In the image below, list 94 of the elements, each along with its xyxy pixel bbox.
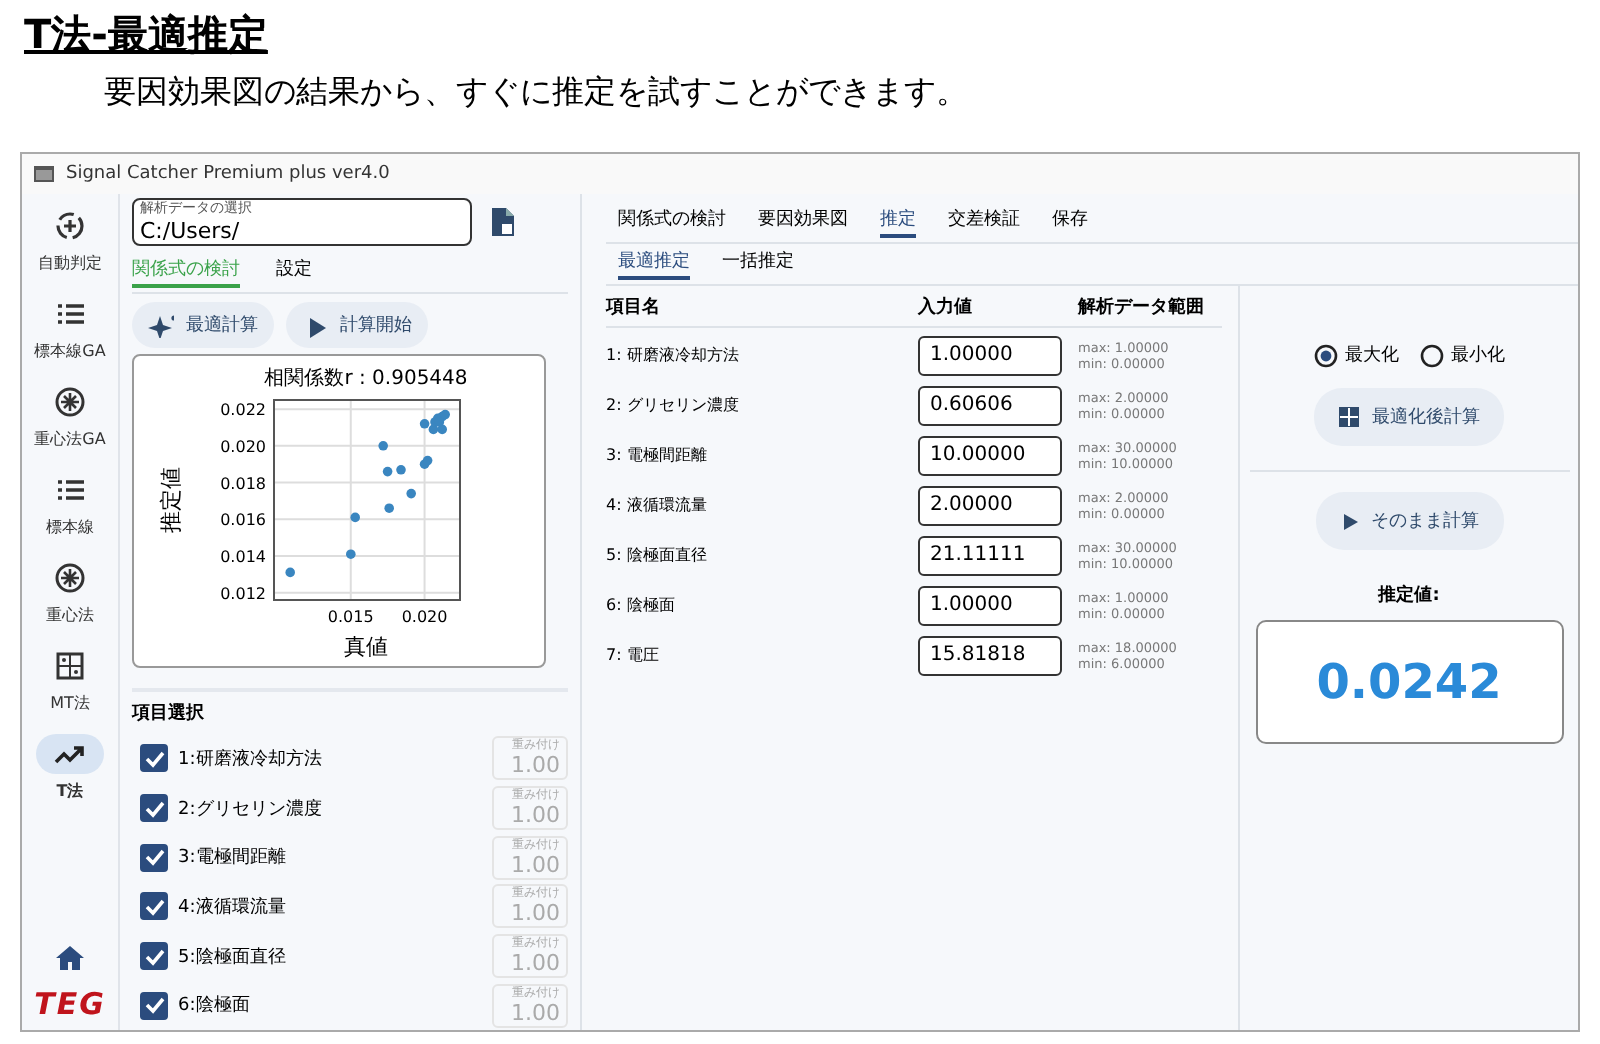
data-point [346,549,356,559]
column-header: 解析データ範囲 [1078,295,1206,319]
data-point [384,503,394,513]
asterisk-circle-icon [54,562,86,594]
table-cell-text: 6: 陰極面 [606,594,677,616]
checkbox[interactable] [140,892,168,921]
item-label: 5:陰極面直径 [178,945,288,970]
checkbox[interactable] [140,991,168,1020]
list-icon [54,298,86,330]
axis-tick-label: 0.020 [220,437,266,456]
tab[interactable]: 設定 [276,256,312,288]
axis-tick-label: 0.012 [220,584,266,603]
table-icon [1338,406,1360,428]
result-value: 0.0242 [1316,654,1502,710]
table-cell-text: 5: 陰極面直径 [606,544,709,566]
section-title: 項目選択 [132,688,568,726]
axis-tick-label: 0.014 [220,547,266,566]
input-field[interactable]: 1.00000 [918,335,1062,375]
data-point [406,488,416,499]
tab[interactable]: 一括推定 [722,248,794,280]
input-field[interactable]: 1.00000 [918,585,1062,625]
input-field[interactable]: 15.81818 [918,635,1062,675]
checkbox[interactable] [140,942,168,971]
table-cell-text: 1: 研磨液冷却方法 [606,344,741,366]
grid-icon [54,650,86,682]
check-icon [143,895,165,918]
table-cell-text: 7: 電圧 [606,644,661,666]
home-icon [54,942,86,974]
sidebar-item[interactable]: MT法 [24,642,116,718]
radio-button[interactable]: 最小化 [1419,342,1505,368]
sparkle-icon [148,312,174,338]
input-field[interactable]: 21.11111 [918,535,1062,575]
file-icon [488,206,516,238]
input-field[interactable]: 2.00000 [918,485,1062,525]
cycle-icon [54,210,86,242]
axis-tick-label: 0.016 [220,511,266,530]
check-icon [143,945,165,968]
data-point [285,567,295,578]
data-point [378,441,388,451]
table-cell-text: 4: 液循環流量 [606,494,709,516]
asterisk-circle-icon [54,386,86,418]
window-title: Signal Catcher Premium plus ver4.0 [66,164,390,184]
axis-tick-label: 0.018 [220,474,266,493]
item-label: 4:液循環流量 [178,895,288,920]
checkbox[interactable] [140,794,168,822]
item-label: 1:研磨液冷却方法 [178,747,324,772]
item-label: 3:電極間距離 [178,845,288,871]
sidebar-item[interactable]: 標本線 [24,466,116,542]
sidebar-item[interactable]: 重心法GA [24,378,116,454]
tab[interactable]: 最適推定 [618,248,690,280]
radio-button[interactable]: 最大化 [1313,342,1399,368]
chart-title: 相関係数r : 0.905448 [264,368,468,390]
column-header: 項目名 [606,295,662,319]
item-label: 2:グリセリン濃度 [178,797,324,821]
logo: TEG [34,986,106,1022]
table-cell-text: 2: グリセリン濃度 [606,394,741,416]
table-cell-text: 3: 電極間距離 [606,444,709,466]
checkbox[interactable] [140,843,168,872]
tab[interactable]: 保存 [1052,206,1088,238]
check-icon [143,797,165,819]
item-label: 6:陰極面 [178,993,252,1019]
slide-title: T法-最適推定 [24,8,268,60]
sidebar-item[interactable]: 重心法 [24,554,116,630]
action-button[interactable]: 計算開始 [286,302,428,348]
calculate-button[interactable]: そのまま計算 [1315,492,1503,550]
data-point [382,466,393,477]
column-header: 入力値 [918,294,974,319]
check-icon [143,846,165,869]
axis-tick-label: 0.020 [401,608,448,626]
play-icon [1339,511,1359,531]
data-point [350,512,360,523]
check-icon [143,994,165,1017]
axis-tick-label: 0.015 [327,608,374,626]
optimize-button[interactable]: 最適化後計算 [1314,388,1504,446]
tab[interactable]: 交差検証 [948,206,1020,238]
checkbox[interactable] [140,744,168,773]
data-point [396,465,406,475]
axis-tick-label: 0.022 [220,401,266,420]
sidebar-item[interactable]: 標本線GA [24,290,116,366]
input-field[interactable]: 0.60606 [918,385,1062,425]
tab[interactable]: 要因効果図 [758,206,848,238]
sidebar-item[interactable]: 自動判定 [24,202,116,278]
tab[interactable]: 関係式の検討 [618,206,726,238]
axis-label: 推定値 [158,467,184,533]
sidebar-item[interactable]: T法 [24,730,116,806]
result-label: 推定値: [1378,582,1440,608]
list-icon [54,474,86,506]
app-icon [32,162,56,186]
axis-label: 真値 [344,634,388,660]
action-button[interactable]: 最適計算 [132,302,274,348]
slide-subtitle: 要因効果図の結果から、すぐに推定を試すことができます。 [104,72,968,112]
check-icon [143,747,165,770]
tab[interactable]: 推定 [880,206,916,238]
input-field[interactable]: 10.00000 [918,435,1062,475]
